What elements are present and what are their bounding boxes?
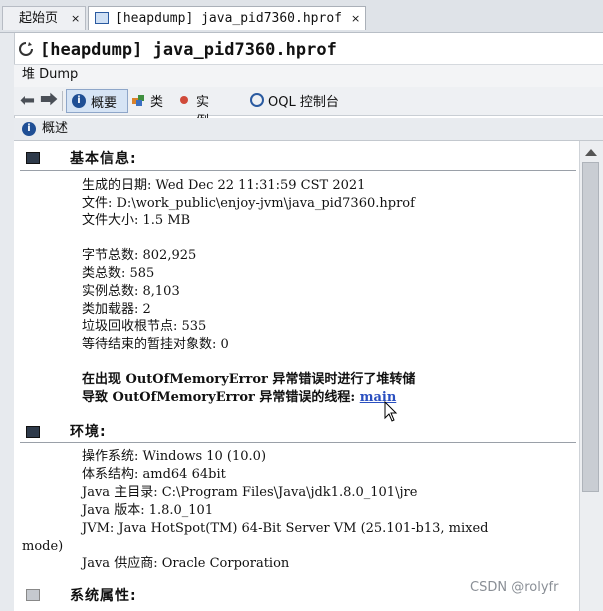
instances-icon [180,96,188,104]
java-vendor: Java 供应商: Oracle Corporation [82,556,290,571]
oom-thread-label: 导致 OutOfMemoryError 异常错误的线程: [82,390,360,405]
close-icon[interactable]: × [71,7,80,31]
file-size: 文件大小: 1.5 MB [82,213,191,228]
oom-thread-line: 导致 OutOfMemoryError 异常错误的线程: main [82,389,396,406]
mouse-pointer-icon [384,401,398,422]
oom-heapdump-note: 在出现 OutOfMemoryError 异常错误时进行了堆转储 [82,372,416,387]
dump-subtoolbar [14,64,603,88]
total-instances: 实例总数: 8,103 [82,284,180,299]
info-icon: i [72,94,86,108]
os-info: 操作系统: Windows 10 (10.0) [82,449,267,464]
forward-arrow-icon[interactable]: ⮕ [40,92,58,110]
section-divider [20,170,576,171]
oql-icon [250,93,264,107]
jvm-info-wrap: mode) [22,539,64,554]
jvm-info: JVM: Java HotSpot(TM) 64-Bit Server VM (… [82,521,489,536]
overview-title: 概述 [42,121,69,136]
section-divider [20,442,576,443]
basic-info-title: 基本信息: [70,151,137,167]
environment-title: 环境: [70,424,107,440]
overview-header [14,118,603,141]
section-icon [26,589,40,601]
tab-heapdump[interactable]: [heapdump] java_pid7360.hprof × [88,6,366,30]
toolbar-separator [62,91,63,111]
tab-start-page-label: 起始页 [19,11,59,26]
summary-button-label: 概要 [91,96,118,111]
arch-info: 体系结构: amd64 64bit [82,467,226,482]
heapdump-file-icon [95,12,109,24]
oql-console-button-label: OQL 控制台 [268,95,339,110]
scroll-up-arrow-icon[interactable] [585,149,597,156]
gc-roots: 垃圾回收根节点: 535 [82,319,207,334]
section-icon [26,152,40,164]
section-icon [26,426,40,438]
java-version: Java 版本: 1.8.0_101 [82,503,214,518]
info-icon: i [22,122,36,136]
total-classes: 类总数: 585 [82,266,155,281]
summary-button[interactable]: i 概要 [66,89,128,113]
classes-icon [132,95,144,106]
page-title: [heapdump] java_pid7360.hprof [40,40,337,60]
generated-date: 生成的日期: Wed Dec 22 11:31:59 CST 2021 [82,178,366,193]
pending-finalizers: 等待结束的暂挂对象数: 0 [82,337,229,352]
total-bytes: 字节总数: 802,925 [82,248,197,263]
watermark: CSDN @rolyfr [470,580,559,595]
system-properties-title[interactable]: 系统属性: [70,587,137,605]
back-arrow-icon[interactable]: ⬅ [20,92,35,110]
loading-spinner-icon [19,42,33,56]
classloaders: 类加载器: 2 [82,302,151,317]
java-home: Java 主目录: C:\Program Files\Java\jdk1.8.0… [82,485,418,500]
tab-heapdump-label: [heapdump] java_pid7360.hprof [115,11,342,26]
summary-content: 基本信息: 生成的日期: Wed Dec 22 11:31:59 CST 202… [14,141,579,611]
close-icon[interactable]: × [351,7,360,31]
scrollbar-thumb[interactable] [582,162,599,492]
dump-label: 堆 Dump [22,67,79,82]
tab-start-page[interactable]: 起始页 × [2,6,86,30]
left-gutter [0,33,15,611]
classes-button-label: 类 [150,95,164,110]
file-path: 文件: D:\work_public\enjoy-jvm\java_pid736… [82,196,415,211]
